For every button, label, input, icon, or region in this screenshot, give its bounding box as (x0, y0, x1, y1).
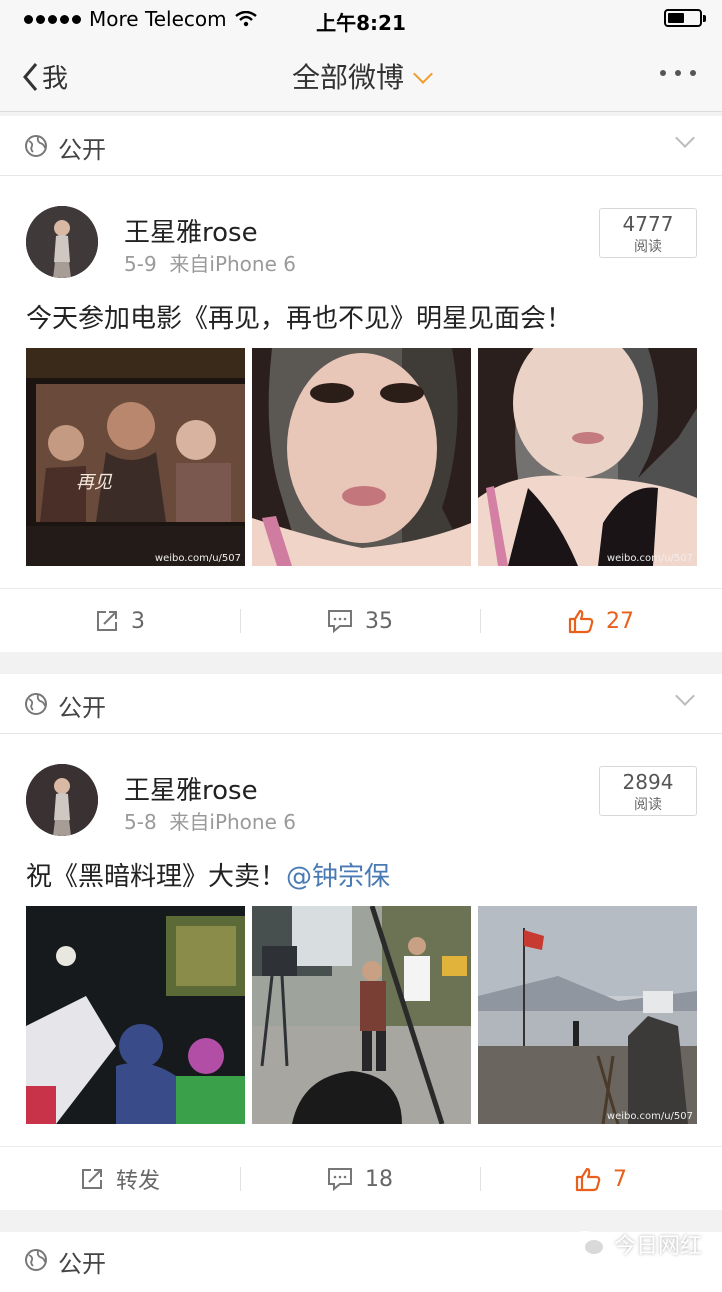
comment-count: 18 (365, 1167, 393, 1192)
night-set-photo (26, 906, 245, 1124)
chevron-down-icon (413, 64, 433, 84)
more-button[interactable] (660, 70, 696, 76)
read-count: 2894 (600, 770, 696, 794)
like-button[interactable]: 27 (480, 589, 722, 653)
nav-bar: 我 全部微博 (0, 40, 722, 112)
brand-name: 今日网红 (614, 1228, 702, 1260)
photo-watermark: weibo.com/u/507 (607, 553, 693, 564)
post-source: 来自iPhone 6 (169, 252, 296, 276)
chevron-down-icon[interactable] (675, 686, 695, 706)
repost-button[interactable]: 3 (0, 589, 240, 653)
like-count: 7 (613, 1167, 627, 1192)
comment-button[interactable]: 18 (240, 1147, 480, 1211)
post-meta: 5-9 来自iPhone 6 (124, 248, 296, 277)
read-label: 阅读 (600, 794, 696, 814)
post-card: 公开 王星雅rose 5-8 来自iPhone 6 2894 阅读 祝《黑暗料理… (0, 674, 722, 1210)
svg-text:再见: 再见 (76, 472, 113, 493)
post-text-body: 祝《黑暗料理》大卖！ (26, 862, 286, 892)
comment-icon (327, 609, 353, 633)
comment-count: 35 (365, 609, 393, 634)
selfie-photo (252, 348, 471, 566)
post-text: 今天参加电影《再见，再也不见》明星见面会！ (26, 298, 572, 335)
post-meta: 5-8 来自iPhone 6 (124, 806, 296, 835)
status-bar: More Telecom 上午8:21 (0, 0, 722, 40)
post-photo[interactable] (26, 906, 245, 1124)
username[interactable]: 王星雅rose (124, 212, 258, 249)
battery-icon (664, 9, 702, 27)
post-photo[interactable] (252, 906, 471, 1124)
clock: 上午8:21 (0, 7, 722, 36)
comment-icon (327, 1167, 353, 1191)
feed-selector[interactable]: 全部微博 (0, 56, 722, 96)
avatar[interactable] (26, 206, 98, 278)
selfie-photo (478, 348, 697, 566)
read-label: 阅读 (600, 236, 696, 256)
photo-watermark: weibo.com/u/507 (155, 553, 241, 564)
repost-count: 3 (131, 609, 145, 634)
read-count: 4777 (600, 212, 696, 236)
username[interactable]: 王星雅rose (124, 770, 258, 807)
repost-icon (95, 609, 119, 633)
visibility-header: 公开 (0, 674, 722, 734)
read-count-badge: 4777 阅读 (599, 208, 697, 258)
repost-icon (80, 1167, 104, 1191)
post-photo[interactable] (252, 348, 471, 566)
post-date: 5-9 (124, 252, 157, 276)
seaside-flag-photo (478, 906, 697, 1124)
post-source: 来自iPhone 6 (169, 810, 296, 834)
repost-button[interactable]: 转发 (0, 1147, 240, 1211)
brand-watermark: 今日网红 (572, 1228, 702, 1260)
post-photo[interactable]: weibo.com/u/507 (478, 348, 697, 566)
visibility-label: 公开 (58, 1244, 106, 1279)
chevron-down-icon[interactable] (675, 128, 695, 148)
thumbs-up-icon (575, 1166, 601, 1192)
page-title: 全部微博 (292, 61, 404, 94)
post-card: 公开 王星雅rose 5-9 来自iPhone 6 4777 阅读 今天参加电影… (0, 116, 722, 652)
post-date: 5-8 (124, 810, 157, 834)
wechat-icon (572, 1230, 606, 1258)
like-count: 27 (606, 609, 634, 634)
globe-icon (24, 134, 48, 158)
movie-poster-photo: 再见 (26, 348, 245, 566)
visibility-label: 公开 (58, 688, 106, 723)
post-text-body: 今天参加电影《再见，再也不见》明星见面会！ (26, 304, 572, 334)
repost-label: 转发 (116, 1163, 160, 1195)
thumbs-up-icon (568, 608, 594, 634)
mention-link[interactable]: @钟宗保 (286, 862, 390, 892)
comment-button[interactable]: 35 (240, 589, 480, 653)
visibility-label: 公开 (58, 130, 106, 165)
read-count-badge: 2894 阅读 (599, 766, 697, 816)
post-actions: 3 35 27 (0, 588, 722, 652)
film-crew-photo (252, 906, 471, 1124)
like-button[interactable]: 7 (480, 1147, 722, 1211)
photo-watermark: weibo.com/u/507 (607, 1111, 693, 1122)
visibility-header: 公开 (0, 116, 722, 176)
post-photo[interactable]: 再见 weibo.com/u/507 (26, 348, 245, 566)
globe-icon (24, 1248, 48, 1272)
avatar[interactable] (26, 764, 98, 836)
post-actions: 转发 18 7 (0, 1146, 722, 1210)
post-text: 祝《黑暗料理》大卖！@钟宗保 (26, 856, 390, 893)
globe-icon (24, 692, 48, 716)
post-photo[interactable]: weibo.com/u/507 (478, 906, 697, 1124)
